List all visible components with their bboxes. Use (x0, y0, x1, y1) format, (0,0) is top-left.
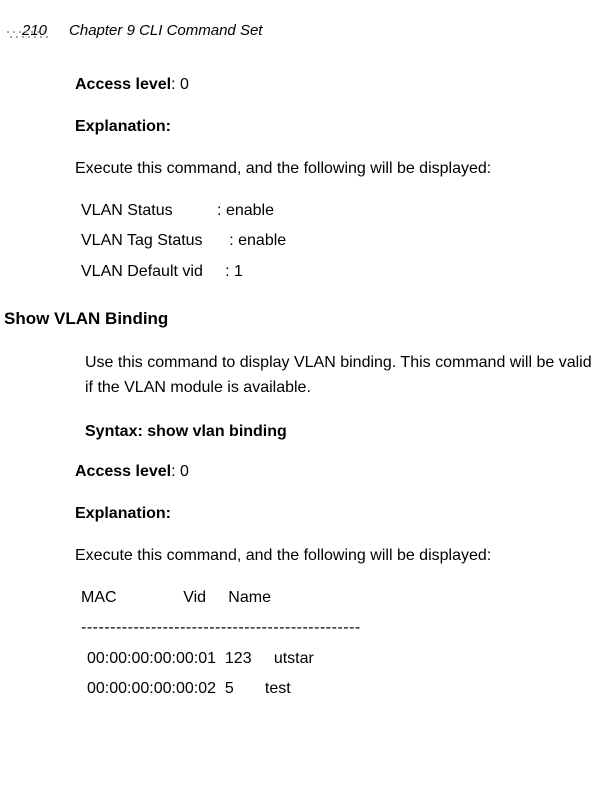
access-level-value: : 0 (171, 76, 189, 93)
output-line: VLAN Status : enable (81, 196, 611, 226)
chapter-title: Chapter 9 CLI Command Set (69, 22, 262, 39)
access-level-label: Access level (75, 463, 171, 480)
access-level-label: Access level (75, 76, 171, 93)
explanation-heading: Explanation: (75, 505, 611, 523)
section-heading: Show VLAN Binding (0, 309, 611, 329)
access-level-row: Access level: 0 (75, 76, 611, 94)
explanation-heading: Explanation: (75, 118, 611, 136)
table-header-row: MAC Vid Name (81, 583, 611, 613)
exec-description: Execute this command, and the following … (75, 547, 611, 565)
output-line: VLAN Tag Status : enable (81, 226, 611, 256)
page-header: 210 Chapter 9 CLI Command Set (0, 18, 611, 42)
exec-description: Execute this command, and the following … (75, 160, 611, 178)
syntax-line: Syntax: show vlan binding (85, 423, 611, 441)
output-line: VLAN Default vid : 1 (81, 257, 611, 287)
access-level-value: : 0 (171, 463, 189, 480)
header-dots-deco (5, 30, 53, 40)
table-row: 00:00:00:00:00:02 5 test (81, 674, 611, 704)
command-description: Use this command to display VLAN binding… (85, 351, 611, 401)
table-row: 00:00:00:00:00:01 123 utstar (81, 644, 611, 674)
table-separator: ----------------------------------------… (81, 613, 611, 643)
command-output-table: MAC Vid Name ---------------------------… (75, 583, 611, 705)
access-level-row: Access level: 0 (75, 463, 611, 481)
command-output-block: VLAN Status : enable VLAN Tag Status : e… (75, 196, 611, 287)
